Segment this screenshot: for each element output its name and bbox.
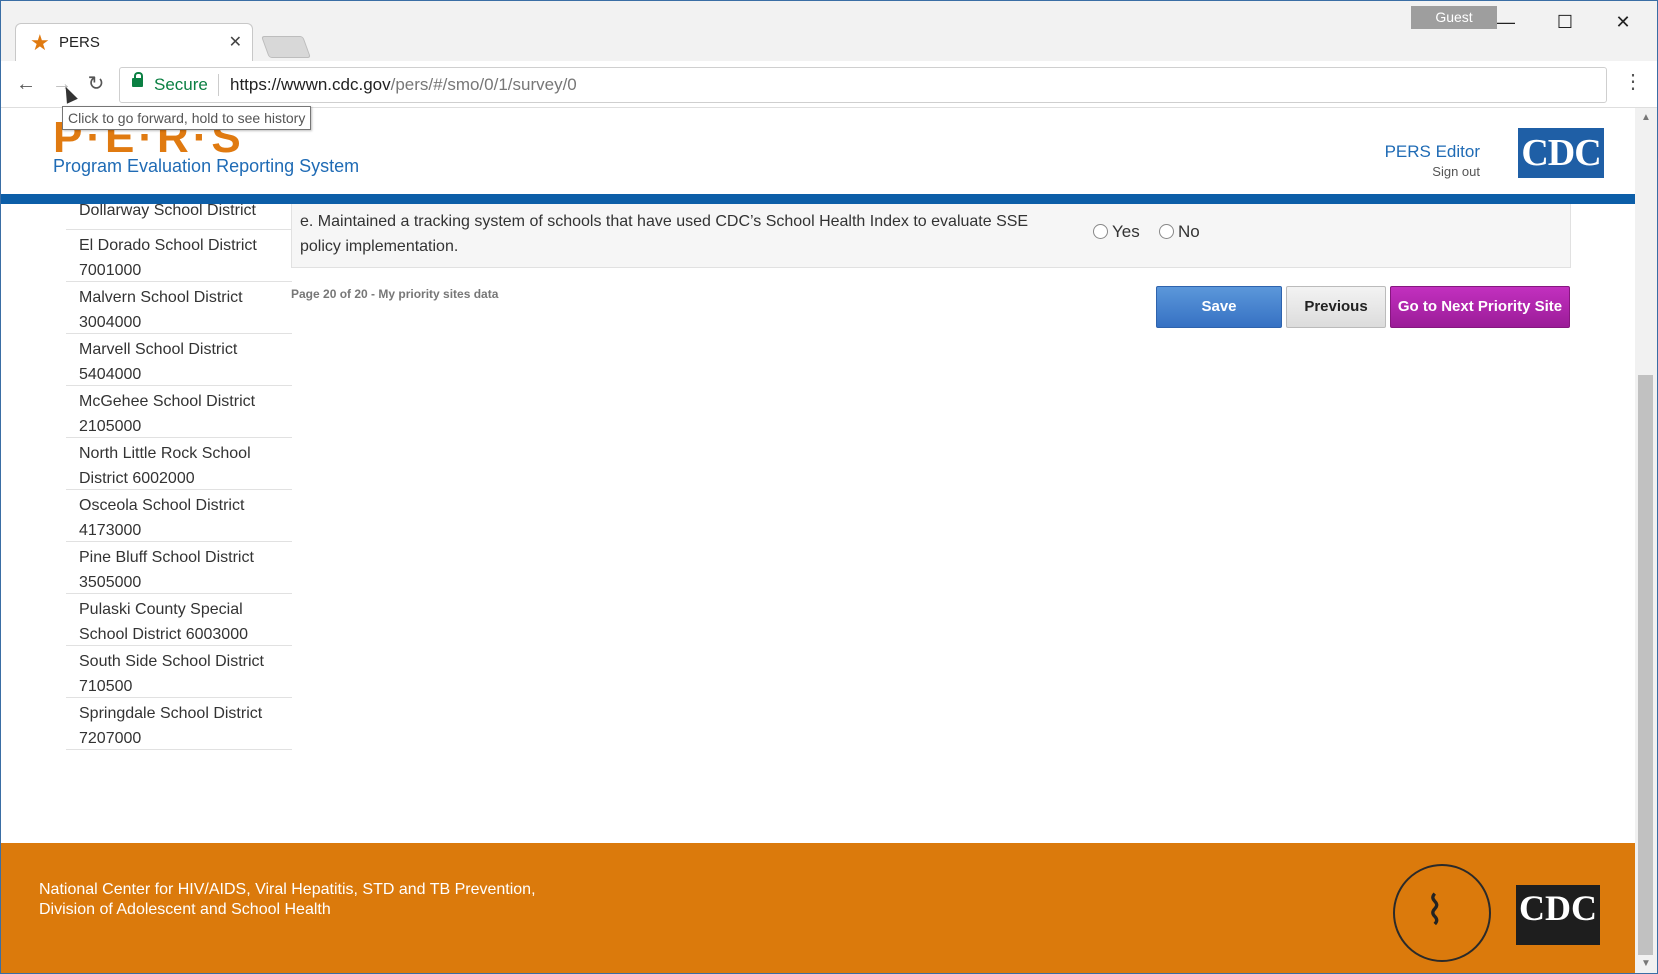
tab-title: PERS: [59, 34, 100, 51]
yes-radio[interactable]: [1093, 224, 1108, 239]
page-info: Page 20 of 20 - My priority sites data: [291, 287, 499, 301]
district-label: Marvell School District 5404000: [79, 341, 238, 383]
district-label: Pulaski County Special School District 6…: [79, 601, 248, 643]
new-tab-button[interactable]: [260, 36, 312, 58]
footer-line-2: Division of Adolescent and School Health: [39, 901, 331, 918]
district-label: Pine Bluff School District 3505000: [79, 549, 254, 591]
maximize-icon[interactable]: ☐: [1543, 7, 1587, 37]
district-item[interactable]: McGehee School District 2105000: [66, 386, 292, 438]
address-bar[interactable]: Secure https://wwwn.cdc.gov/pers/#/smo/0…: [119, 67, 1607, 103]
district-item[interactable]: Springdale School District 7207000: [66, 698, 292, 750]
district-item[interactable]: Pine Bluff School District 3505000: [66, 542, 292, 594]
browser-toolbar: ← → ↻ Secure https://wwwn.cdc.gov/pers/#…: [1, 61, 1657, 108]
vertical-scrollbar[interactable]: ▲ ▼: [1635, 108, 1657, 973]
scroll-down-icon[interactable]: ▼: [1641, 958, 1651, 969]
url-text[interactable]: https://wwwn.cdc.gov/pers/#/smo/0/1/surv…: [230, 75, 577, 95]
question-text: e. Maintained a tracking system of schoo…: [300, 213, 1029, 255]
omnibox-divider: [218, 74, 219, 96]
district-item[interactable]: Malvern School District 3004000: [66, 282, 292, 334]
no-label[interactable]: No: [1178, 222, 1200, 242]
reload-icon[interactable]: ↻: [83, 71, 109, 97]
district-label: Malvern School District 3004000: [79, 289, 243, 331]
district-label: Springdale School District 7207000: [79, 705, 263, 747]
cdc-logo[interactable]: CDC: [1518, 128, 1604, 178]
no-radio[interactable]: [1159, 224, 1174, 239]
secure-label: Secure: [154, 75, 208, 94]
district-item[interactable]: Marvell School District 5404000: [66, 334, 292, 386]
url-host: https://wwwn.cdc.gov: [230, 75, 391, 94]
minimize-icon[interactable]: —: [1484, 7, 1528, 37]
star-favicon-icon: ★: [30, 30, 50, 55]
footer-text: National Center for HIV/AIDS, Viral Hepa…: [39, 880, 536, 920]
hhs-seal-logo[interactable]: ⌇: [1393, 864, 1491, 962]
pers-editor-link[interactable]: PERS Editor: [1385, 142, 1480, 162]
back-arrow-icon[interactable]: ←: [13, 71, 39, 97]
district-label: South Side School District 710500: [79, 653, 264, 695]
district-item[interactable]: North Little Rock School District 600200…: [66, 438, 292, 490]
district-item[interactable]: Osceola School District 4173000: [66, 490, 292, 542]
sign-out-link[interactable]: Sign out: [1432, 164, 1480, 179]
scroll-thumb[interactable]: [1638, 375, 1653, 955]
district-item[interactable]: Pulaski County Special School District 6…: [66, 594, 292, 646]
question-row: e. Maintained a tracking system of schoo…: [291, 200, 1571, 268]
save-button[interactable]: Save: [1156, 286, 1282, 328]
window-close-icon[interactable]: ✕: [1601, 7, 1645, 37]
district-label: El Dorado School District 7001000: [79, 237, 257, 279]
district-item[interactable]: South Side School District 710500: [66, 646, 292, 698]
browser-window: ★ PERS ✕ Guest — ☐ ✕ ← → ↻ Secure https:…: [0, 0, 1658, 974]
scroll-up-icon[interactable]: ▲: [1641, 112, 1651, 123]
district-label: McGehee School District 2105000: [79, 393, 256, 435]
district-label: Dollarway School District 3502000: [79, 202, 256, 229]
district-label: North Little Rock School District 600200…: [79, 445, 251, 487]
header-blue-bar: [1, 194, 1635, 204]
previous-button[interactable]: Previous: [1286, 286, 1386, 328]
district-list: Dollarway School District 3502000 El Dor…: [66, 198, 292, 750]
eagle-icon: ⌇: [1425, 889, 1445, 933]
site-footer: National Center for HIV/AIDS, Viral Hepa…: [1, 843, 1635, 973]
url-path: /pers/#/smo/0/1/survey/0: [390, 75, 577, 94]
tab-close-icon[interactable]: ✕: [229, 32, 242, 52]
forward-tooltip: Click to go forward, hold to see history: [62, 106, 312, 130]
browser-menu-icon[interactable]: ⋮: [1623, 69, 1643, 94]
pers-subtitle: Program Evaluation Reporting System: [53, 156, 360, 176]
yes-label[interactable]: Yes: [1112, 222, 1140, 242]
footer-cdc-text: CDC: [1519, 888, 1597, 928]
tab-pers[interactable]: ★ PERS ✕: [15, 23, 253, 62]
title-bar: ★ PERS ✕ Guest — ☐ ✕: [1, 1, 1657, 62]
footer-cdc-logo[interactable]: CDC: [1516, 885, 1600, 945]
footer-line-1: National Center for HIV/AIDS, Viral Hepa…: [39, 881, 536, 898]
next-priority-site-button[interactable]: Go to Next Priority Site: [1390, 286, 1570, 328]
district-item[interactable]: El Dorado School District 7001000: [66, 230, 292, 282]
page-viewport: Dollarway School District 3502000 El Dor…: [1, 108, 1635, 973]
lock-icon: [132, 72, 143, 87]
district-label: Osceola School District 4173000: [79, 497, 245, 539]
